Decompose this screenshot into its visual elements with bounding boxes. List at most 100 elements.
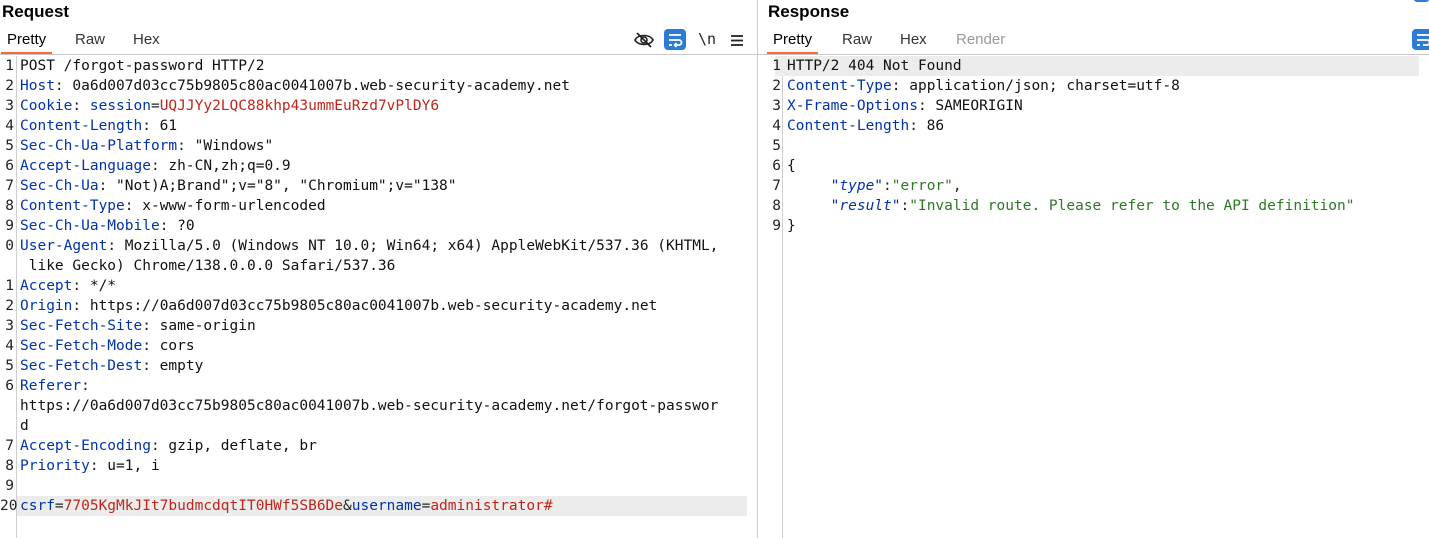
header-colon: : — [81, 378, 90, 394]
code-line: 1 Accept: */* — [0, 276, 757, 296]
line-number: 3 — [772, 98, 781, 114]
line-number: 3 — [5, 318, 14, 334]
code-text: X-Frame-Options: SAMEORIGIN — [787, 96, 1023, 116]
response-tab-raw[interactable]: Raw — [836, 28, 878, 52]
param-value: 7705KgMkJIt7budmcdqtIT0HWf5SB6De — [63, 498, 344, 514]
line-number: 5 — [5, 358, 14, 374]
header-value-continuation: d — [20, 418, 29, 434]
code-text: Referer: — [20, 376, 90, 396]
code-line: 2 Origin: https://0a6d007d03cc75b9805c80a… — [0, 296, 757, 316]
newline-toggle-icon[interactable]: \n — [698, 29, 716, 49]
wrap-lines-button[interactable] — [664, 29, 686, 50]
code-line: 8 Content-Type: x-www-form-urlencoded — [0, 196, 757, 216]
header-colon: : — [98, 178, 108, 194]
line-number: 0 — [5, 238, 14, 254]
line-number: 20 — [0, 498, 18, 514]
header-colon: : — [89, 458, 99, 474]
header-value: */* — [81, 278, 117, 294]
response-wrap-lines-button[interactable] — [1412, 29, 1429, 50]
json-colon: : — [900, 198, 910, 214]
header-colon: : — [142, 338, 151, 354]
code-text: User-Agent: Mozilla/5.0 (Windows NT 10.0… — [20, 236, 718, 256]
code-line: 5 — [758, 136, 1429, 156]
request-tab-raw[interactable]: Raw — [69, 28, 111, 52]
line-text: } — [787, 218, 796, 234]
header-name: Accept-Language — [20, 158, 151, 174]
header-value: cors — [150, 338, 195, 354]
line-number: 7 — [772, 178, 781, 194]
code-line: 4 Content-Length: 61 — [0, 116, 757, 136]
header-name: Sec-Fetch-Mode — [20, 338, 143, 354]
header-colon: : — [150, 158, 160, 174]
code-line: d — [0, 416, 757, 436]
line-text: POST /forgot-password HTTP/2 — [20, 58, 265, 74]
request-tab-pretty[interactable]: Pretty — [1, 28, 53, 54]
code-line: 6 Referer: — [0, 376, 757, 396]
code-text: Sec-Ch-Ua-Platform: "Windows" — [20, 136, 273, 156]
menu-icon[interactable] — [726, 30, 748, 50]
code-text: Sec-Fetch-Site: same-origin — [20, 316, 256, 336]
code-text: csrf=7705KgMkJIt7budmcdqtIT0HWf5SB6De&us… — [20, 496, 553, 516]
request-editor[interactable]: 1 POST /forgot-password HTTP/2 2 Host: 0a6d… — [0, 56, 757, 538]
code-line: 0 User-Agent: Mozilla/5.0 (Windows NT 10.… — [0, 236, 757, 256]
code-text: d — [20, 416, 29, 436]
json-value: "error" — [891, 178, 953, 194]
request-tab-hex[interactable]: Hex — [127, 28, 166, 52]
code-text: HTTP/2 404 Not Found — [787, 56, 962, 76]
code-line: 5 Sec-Fetch-Dest: empty — [0, 356, 757, 376]
response-tab-pretty[interactable]: Pretty — [767, 28, 819, 54]
json-key: "type" — [830, 178, 884, 194]
response-tab-render[interactable]: Render — [950, 28, 1011, 52]
header-value-continuation: like Gecko) Chrome/138.0.0.0 Safari/537.… — [20, 258, 396, 274]
request-pane: Request Pretty Raw Hex \n 1 POST /forgot-… — [0, 0, 757, 538]
line-text: HTTP/2 404 Not Found — [787, 58, 962, 74]
param-equals: = — [54, 498, 64, 514]
code-text: POST /forgot-password HTTP/2 — [20, 56, 264, 76]
code-text: "type":"error", — [787, 176, 962, 196]
header-colon: : — [142, 318, 151, 334]
param-name: csrf — [20, 498, 55, 514]
code-line: 9} — [758, 216, 1429, 236]
response-editor[interactable]: 1 HTTP/2 404 Not Found 2 Content-Type: appl… — [758, 56, 1429, 538]
header-colon: : — [150, 438, 160, 454]
eye-off-icon[interactable] — [633, 30, 655, 50]
line-number: 2 — [772, 78, 781, 94]
code-line: 1 HTTP/2 404 Not Found — [772, 56, 1419, 76]
header-name: Sec-Fetch-Site — [20, 318, 143, 334]
code-text: Accept-Language: zh-CN,zh;q=0.9 — [20, 156, 291, 176]
json-key: "result" — [830, 198, 901, 214]
code-line: 4 Sec-Fetch-Mode: cors — [0, 336, 757, 356]
code-text: Sec-Fetch-Mode: cors — [20, 336, 195, 356]
line-number: 6 — [5, 378, 14, 394]
code-line: 4 Content-Length: 86 — [758, 116, 1429, 136]
line-number: 9 — [5, 218, 14, 234]
header-name: X-Frame-Options — [787, 98, 918, 114]
header-value: gzip, deflate, br — [159, 438, 317, 454]
code-line: 9 — [0, 476, 757, 496]
header-value: ?0 — [168, 218, 195, 234]
code-text: Content-Type: x-www-form-urlencoded — [20, 196, 326, 216]
line-text: { — [787, 158, 796, 174]
code-text: Sec-Ch-Ua-Mobile: ?0 — [20, 216, 195, 236]
json-colon: : — [883, 178, 892, 194]
line-number: 2 — [5, 78, 14, 94]
code-text: Content-Length: 86 — [787, 116, 944, 136]
header-value: 86 — [917, 118, 945, 134]
code-line: 6{ — [758, 156, 1429, 176]
header-value-continuation: https://0a6d007d03cc75b9805c80ac0041007b… — [20, 398, 719, 414]
response-tabs: Pretty Raw Hex Render — [758, 28, 1429, 55]
code-text: { — [787, 156, 796, 176]
header-colon: : — [891, 78, 901, 94]
code-text: Origin: https://0a6d007d03cc75b9805c80ac… — [20, 296, 657, 316]
response-toolbar-button-partial[interactable] — [1414, 0, 1429, 2]
header-colon: : — [142, 358, 151, 374]
header-value: SAMEORIGIN — [926, 98, 1023, 114]
line-number: 1 — [5, 58, 14, 74]
header-name: Content-Type — [787, 78, 892, 94]
cookie-value: UQJJYy2LQC88khp43ummEuRzd7vPlDY6 — [159, 98, 440, 114]
code-line: 8 Priority: u=1, i — [0, 456, 757, 476]
line-number: 4 — [5, 338, 14, 354]
code-text: like Gecko) Chrome/138.0.0.0 Safari/537.… — [20, 256, 396, 276]
response-tab-hex[interactable]: Hex — [894, 28, 933, 52]
